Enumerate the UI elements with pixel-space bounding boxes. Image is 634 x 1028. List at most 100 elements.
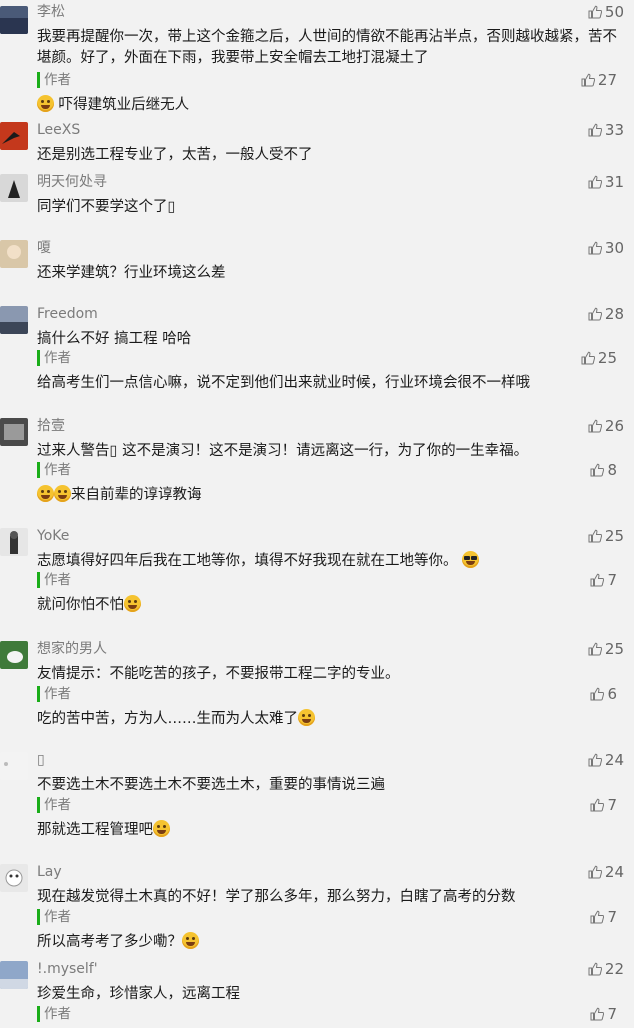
reply-text: 吓得建筑业后继无人 — [37, 95, 189, 115]
like-button[interactable]: 8 — [590, 462, 617, 478]
laugh-emoji — [124, 595, 141, 612]
thumbs-up-icon — [590, 573, 605, 587]
comment-text: 还是别选工程专业了，太苦，一般人受不了 — [37, 147, 313, 163]
like-count: 7 — [607, 796, 617, 814]
avatar[interactable] — [0, 528, 28, 556]
author-badge: 作者 — [37, 350, 71, 366]
like-count: 7 — [607, 1005, 617, 1023]
thumbs-up-icon — [588, 419, 602, 433]
avatar[interactable] — [0, 6, 28, 34]
like-button[interactable]: 33 — [588, 122, 624, 138]
comment-text: 现在越发觉得土木真的不好！学了那么多年，那么努力，白瞎了高考的分数 — [37, 889, 516, 905]
like-count: 28 — [604, 305, 624, 323]
avatar[interactable] — [0, 240, 28, 268]
thumbs-up-icon — [588, 123, 602, 137]
thumbs-up-icon — [588, 5, 602, 19]
like-count: 25 — [604, 640, 624, 658]
like-count: 24 — [604, 863, 624, 881]
reply-text: 来自前辈的谆谆教诲 — [37, 485, 202, 505]
author-badge: 作者 — [37, 686, 71, 702]
username[interactable]: !.myself' — [37, 961, 98, 977]
like-button[interactable]: 6 — [590, 686, 617, 702]
thumbs-up-icon — [588, 642, 602, 656]
like-button[interactable]: 24 — [588, 752, 624, 768]
avatar[interactable] — [0, 418, 28, 446]
like-button[interactable]: 31 — [588, 174, 624, 190]
like-count: 25 — [604, 527, 624, 545]
username[interactable]: 想家的男人 — [37, 641, 107, 657]
like-button[interactable]: 25 — [588, 641, 624, 657]
thumbs-up-icon — [588, 241, 602, 255]
like-button[interactable]: 26 — [588, 418, 624, 434]
username[interactable]: 李松 — [37, 4, 65, 20]
like-button[interactable]: 7 — [590, 909, 617, 925]
author-badge: 作者 — [37, 462, 71, 478]
thumbs-up-icon — [590, 1007, 605, 1021]
reply-text: 给高考生们一点信心嘛，说不定到他们出来就业时候，行业环境会很不一样哦 — [37, 375, 530, 391]
thumbs-up-icon — [581, 73, 595, 87]
like-button[interactable]: 30 — [588, 240, 624, 256]
username[interactable]: ▯ — [37, 752, 45, 768]
sweat-emoji — [298, 709, 315, 726]
author-badge: 作者 — [37, 909, 71, 925]
like-count: 8 — [607, 461, 617, 479]
like-button[interactable]: 50 — [588, 4, 624, 20]
like-button[interactable]: 22 — [588, 961, 624, 977]
like-count: 33 — [604, 121, 624, 139]
like-button[interactable]: 25 — [581, 350, 617, 366]
reply-text: 那就选工程管理吧 — [37, 820, 170, 840]
username[interactable]: 拾壹 — [37, 418, 65, 434]
like-button[interactable]: 28 — [588, 306, 624, 322]
like-button[interactable]: 7 — [590, 572, 617, 588]
comment-text: 志愿填得好四年后我在工地等你，填得不好我现在就在工地等你。 — [37, 551, 620, 572]
laugh-emoji — [37, 485, 54, 502]
comment-text: 搞什么不好 搞工程 哈哈 — [37, 331, 192, 347]
laugh-emoji — [54, 485, 71, 502]
thumbs-up-icon — [590, 910, 605, 924]
like-count: 24 — [604, 751, 624, 769]
avatar[interactable] — [0, 174, 28, 202]
like-count: 30 — [604, 239, 624, 257]
username[interactable]: YoKe — [37, 528, 69, 544]
thumbs-up-icon — [588, 753, 602, 767]
like-count: 50 — [604, 3, 624, 21]
comment-text: 同学们不要学这个了▯ — [37, 199, 176, 215]
reply-text: 所以高考考了多少嘞？ — [37, 932, 199, 952]
reply-text: 吃的苦中苦，方为人……生而为人太难了 — [37, 709, 315, 729]
thumbs-up-icon — [588, 529, 602, 543]
avatar[interactable] — [0, 122, 28, 150]
reply-text: 就问你怕不怕 — [37, 595, 141, 615]
like-count: 22 — [604, 960, 624, 978]
like-button[interactable]: 24 — [588, 864, 624, 880]
avatar[interactable] — [0, 864, 28, 892]
author-badge: 作者 — [37, 572, 71, 588]
username[interactable]: 明天何处寻 — [37, 174, 107, 190]
avatar[interactable] — [0, 641, 28, 669]
thumbs-up-icon — [588, 175, 602, 189]
avatar[interactable] — [0, 752, 28, 780]
thumbs-up-icon — [590, 463, 605, 477]
username[interactable]: 嗄 — [37, 240, 51, 256]
avatar[interactable] — [0, 961, 28, 989]
like-button[interactable]: 7 — [590, 797, 617, 813]
thumbs-up-icon — [581, 351, 595, 365]
like-button[interactable]: 27 — [581, 72, 617, 88]
avatar[interactable] — [0, 306, 28, 334]
smirk-emoji — [182, 932, 199, 949]
comment-text: 友情提示：不能吃苦的孩子，不要报带工程二字的专业。 — [37, 666, 400, 682]
username[interactable]: Lay — [37, 864, 62, 880]
author-badge: 作者 — [37, 797, 71, 813]
username[interactable]: LeeXS — [37, 122, 80, 138]
like-count: 7 — [607, 908, 617, 926]
comment-text: 我要再提醒你一次，带上这个金箍之后，人世间的情欲不能再沾半点，否则越收越紧，苦不… — [37, 29, 617, 66]
thumbs-up-icon — [588, 865, 602, 879]
username[interactable]: Freedom — [37, 306, 98, 322]
author-badge: 作者 — [37, 1006, 71, 1022]
like-count: 26 — [604, 417, 624, 435]
like-button[interactable]: 25 — [588, 528, 624, 544]
thumbs-up-icon — [588, 307, 602, 321]
author-badge: 作者 — [37, 72, 71, 88]
comment-text: 不要选土木不要选土木不要选土木，重要的事情说三遍 — [37, 777, 385, 793]
comment-text: 珍爱生命，珍惜家人，远离工程 — [37, 986, 240, 1002]
like-button[interactable]: 7 — [590, 1006, 617, 1022]
